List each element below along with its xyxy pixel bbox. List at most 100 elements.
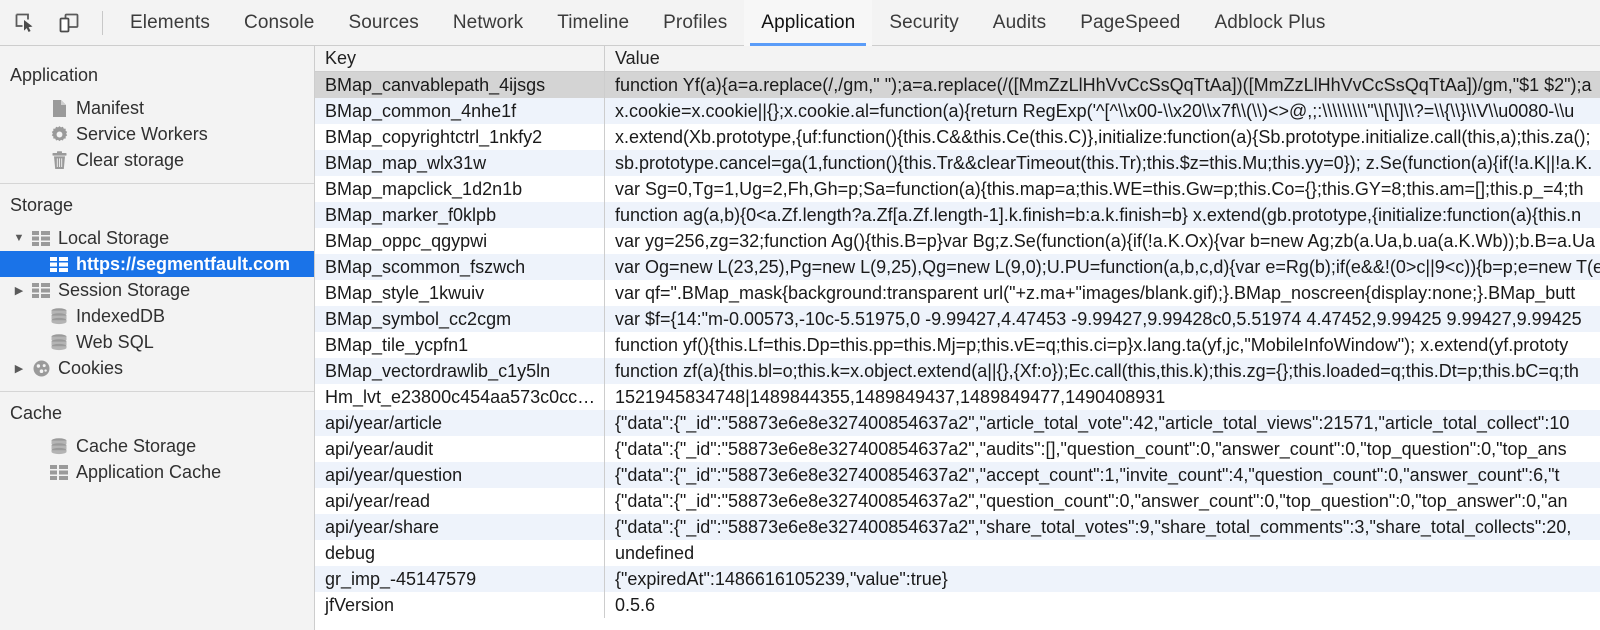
cell-value[interactable]: function zf(a){this.bl=o;this.k=x.object… <box>605 358 1600 384</box>
cell-key[interactable]: api/year/article <box>315 410 605 436</box>
cell-value[interactable]: {"data":{"_id":"58873e6e8e327400854637a2… <box>605 462 1600 488</box>
cell-key[interactable]: BMap_common_4nhe1f <box>315 98 605 124</box>
tab-pagespeed[interactable]: PageSpeed <box>1063 0 1197 46</box>
cell-value[interactable]: {"data":{"_id":"58873e6e8e327400854637a2… <box>605 410 1600 436</box>
cell-value[interactable]: {"data":{"_id":"58873e6e8e327400854637a2… <box>605 436 1600 462</box>
cell-value[interactable]: x.cookie=x.cookie||{};x.cookie.al=functi… <box>605 98 1600 124</box>
sidebar-item-segmentfault-origin[interactable]: https://segmentfault.com <box>0 251 314 277</box>
tab-network[interactable]: Network <box>436 0 540 46</box>
cell-value[interactable]: {"data":{"_id":"58873e6e8e327400854637a2… <box>605 514 1600 540</box>
table-row[interactable]: BMap_style_1kwuiv var qf=".BMap_mask{back… <box>315 280 1600 306</box>
cell-value[interactable]: sb.prototype.cancel=ga(1,function(){this… <box>605 150 1600 176</box>
cell-value[interactable]: x.extend(Xb.prototype,{uf:function(){thi… <box>605 124 1600 150</box>
cell-key[interactable]: BMap_style_1kwuiv <box>315 280 605 306</box>
cell-value[interactable]: function Yf(a){a=a.replace(/,/gm," ");a=… <box>605 72 1600 98</box>
table-icon <box>28 282 54 298</box>
table-row[interactable]: BMap_common_4nhe1f x.cookie=x.cookie||{};… <box>315 98 1600 124</box>
cell-value[interactable]: var Og=new L(23,25),Pg=new L(9,25),Qg=ne… <box>605 254 1600 280</box>
arrow-placeholder: ▶ <box>28 466 46 479</box>
cell-value[interactable]: var yg=256,zg=32;function Ag(){this.B=p}… <box>605 228 1600 254</box>
cell-value[interactable]: 1521945834748|1489844355,1489849437,1489… <box>605 384 1600 410</box>
sidebar-item-clear-storage[interactable]: ▶ Clear storage <box>0 147 314 173</box>
table-row[interactable]: gr_imp_-45147579 {"expiredAt":14866161052… <box>315 566 1600 592</box>
tab-sources[interactable]: Sources <box>331 0 435 46</box>
tab-console[interactable]: Console <box>227 0 331 46</box>
cell-key[interactable]: BMap_map_wlx31w <box>315 150 605 176</box>
table-icon <box>46 256 72 272</box>
cell-value[interactable]: var $f={14:"m-0.00573,-10c-5.51975,0 -9.… <box>605 306 1600 332</box>
cell-key[interactable]: BMap_copyrightctrl_1nkfy2 <box>315 124 605 150</box>
table-row[interactable]: BMap_mapclick_1d2n1b var Sg=0,Tg=1,Ug=2,F… <box>315 176 1600 202</box>
cell-key[interactable]: Hm_lvt_e23800c454aa573c0cc… <box>315 384 605 410</box>
table-row[interactable]: jfVersion 0.5.6 <box>315 592 1600 618</box>
sidebar-item-local-storage[interactable]: ▼ Local Storage <box>0 225 314 251</box>
cell-key[interactable]: gr_imp_-45147579 <box>315 566 605 592</box>
sidebar-item-indexeddb[interactable]: ▶ IndexedDB <box>0 303 314 329</box>
device-toolbar-icon[interactable] <box>52 8 86 38</box>
sidebar-item-manifest[interactable]: ▶ Manifest <box>0 95 314 121</box>
cell-value[interactable]: 0.5.6 <box>605 592 1600 618</box>
cell-value[interactable]: undefined <box>605 540 1600 566</box>
cell-value[interactable]: {"expiredAt":1486616105239,"value":true} <box>605 566 1600 592</box>
cell-value[interactable]: function yf(){this.Lf=this.Dp=this.pp=th… <box>605 332 1600 358</box>
table-row[interactable]: BMap_vectordrawlib_c1y5ln function zf(a){… <box>315 358 1600 384</box>
tab-timeline[interactable]: Timeline <box>540 0 646 46</box>
cell-key[interactable]: BMap_canvablepath_4ijsgs <box>315 72 605 98</box>
table-row[interactable]: BMap_oppc_qgypwi var yg=256,zg=32;functio… <box>315 228 1600 254</box>
arrow-placeholder: ▶ <box>28 128 46 141</box>
table-row[interactable]: api/year/share {"data":{"_id":"58873e6e8e… <box>315 514 1600 540</box>
tab-label: PageSpeed <box>1080 11 1181 33</box>
tab-application[interactable]: Application <box>744 0 873 46</box>
tab-profiles[interactable]: Profiles <box>646 0 744 46</box>
cell-key[interactable]: BMap_marker_f0klpb <box>315 202 605 228</box>
sidebar-item-service-workers[interactable]: ▶ Service Workers <box>0 121 314 147</box>
cell-value[interactable]: {"data":{"_id":"58873e6e8e327400854637a2… <box>605 488 1600 514</box>
cell-key[interactable]: BMap_tile_ycpfn1 <box>315 332 605 358</box>
column-header-value[interactable]: Value <box>605 46 1600 71</box>
sidebar-item-cookies[interactable]: ▶ Cookies <box>0 355 314 381</box>
sidebar-item-label: Session Storage <box>58 279 191 300</box>
cell-value[interactable]: var qf=".BMap_mask{background:transparen… <box>605 280 1600 306</box>
cell-key[interactable]: api/year/share <box>315 514 605 540</box>
table-row[interactable]: debug undefined <box>315 540 1600 566</box>
sidebar-item-label: Cache Storage <box>76 435 197 456</box>
chevron-right-icon[interactable]: ▶ <box>10 284 28 297</box>
cell-key[interactable]: BMap_scommon_fszwch <box>315 254 605 280</box>
table-row[interactable]: api/year/article {"data":{"_id":"58873e6e… <box>315 410 1600 436</box>
table-row[interactable]: BMap_scommon_fszwch var Og=new L(23,25),P… <box>315 254 1600 280</box>
cell-value[interactable]: var Sg=0,Tg=1,Ug=2,Fh,Gh=p;Sa=function(a… <box>605 176 1600 202</box>
cell-key[interactable]: jfVersion <box>315 592 605 618</box>
chevron-right-icon[interactable]: ▶ <box>10 362 28 375</box>
inspect-element-icon[interactable] <box>8 8 42 38</box>
table-row[interactable]: api/year/read {"data":{"_id":"58873e6e8e3… <box>315 488 1600 514</box>
cell-key[interactable]: api/year/question <box>315 462 605 488</box>
cell-key[interactable]: api/year/read <box>315 488 605 514</box>
table-row[interactable]: api/year/audit {"data":{"_id":"58873e6e8e… <box>315 436 1600 462</box>
cell-key[interactable]: BMap_oppc_qgypwi <box>315 228 605 254</box>
cell-key[interactable]: BMap_symbol_cc2cgm <box>315 306 605 332</box>
chevron-down-icon[interactable]: ▼ <box>10 232 28 244</box>
tab-security[interactable]: Security <box>872 0 975 46</box>
tab-audits[interactable]: Audits <box>976 0 1063 46</box>
cell-key[interactable]: debug <box>315 540 605 566</box>
table-row[interactable]: BMap_canvablepath_4ijsgs function Yf(a){a… <box>315 72 1600 98</box>
tab-adblock-plus[interactable]: Adblock Plus <box>1197 0 1342 46</box>
table-row[interactable]: BMap_copyrightctrl_1nkfy2 x.extend(Xb.pro… <box>315 124 1600 150</box>
cell-key[interactable]: api/year/audit <box>315 436 605 462</box>
tab-elements[interactable]: Elements <box>113 0 227 46</box>
table-row[interactable]: api/year/question {"data":{"_id":"58873e6… <box>315 462 1600 488</box>
table-row[interactable]: Hm_lvt_e23800c454aa573c0cc… 1521945834748… <box>315 384 1600 410</box>
cell-value[interactable]: function ag(a,b){0<a.Zf.length?a.Zf[a.Zf… <box>605 202 1600 228</box>
cell-key[interactable]: BMap_mapclick_1d2n1b <box>315 176 605 202</box>
table-row[interactable]: BMap_tile_ycpfn1 function yf(){this.Lf=th… <box>315 332 1600 358</box>
table-row[interactable]: BMap_symbol_cc2cgm var $f={14:"m-0.00573,… <box>315 306 1600 332</box>
table-row[interactable]: BMap_map_wlx31w sb.prototype.cancel=ga(1,… <box>315 150 1600 176</box>
sidebar-item-web-sql[interactable]: ▶ Web SQL <box>0 329 314 355</box>
sidebar-item-application-cache[interactable]: ▶ Application Cache <box>0 459 314 485</box>
column-header-key[interactable]: Key <box>315 46 605 71</box>
cell-key[interactable]: BMap_vectordrawlib_c1y5ln <box>315 358 605 384</box>
table-row[interactable]: BMap_marker_f0klpb function ag(a,b){0<a.Z… <box>315 202 1600 228</box>
sidebar-item-session-storage[interactable]: ▶ Session Storage <box>0 277 314 303</box>
tab-label: Sources <box>348 11 419 33</box>
sidebar-item-cache-storage[interactable]: ▶ Cache Storage <box>0 433 314 459</box>
